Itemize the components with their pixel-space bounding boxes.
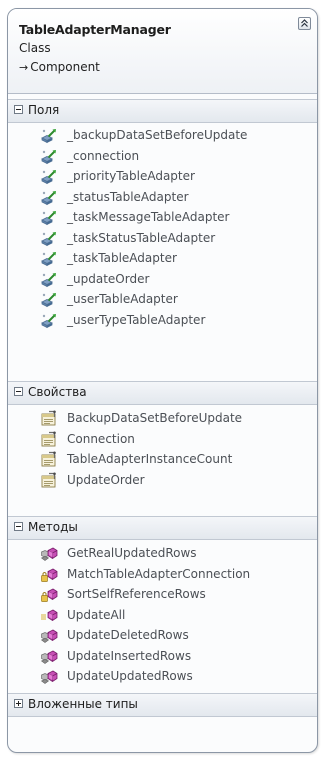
section-title: Свойства — [28, 385, 87, 399]
base-class: → Component — [19, 60, 100, 74]
protected-method-icon — [40, 545, 58, 563]
collapse-section-icon[interactable] — [14, 387, 23, 396]
section-methods-header[interactable]: Методы — [8, 516, 317, 540]
member-name: _taskTableAdapter — [67, 251, 177, 265]
field-item[interactable]: _taskTableAdapter — [40, 249, 313, 269]
member-name: UpdateAll — [67, 607, 126, 622]
method-item[interactable]: MatchTableAdapterConnection — [40, 565, 313, 585]
field-icon — [40, 127, 58, 145]
method-item[interactable]: SortSelfReferenceRows — [40, 585, 313, 605]
field-icon — [40, 189, 58, 207]
member-name: _taskStatusTableAdapter — [67, 230, 216, 245]
member-name: _userTypeTableAdapter — [67, 312, 206, 327]
field-icon — [40, 209, 58, 227]
property-item[interactable]: UpdateOrder — [40, 471, 313, 491]
field-icon — [40, 230, 58, 248]
section-title: Методы — [28, 520, 78, 534]
class-shape[interactable]: TableAdapterManager Class → Component Пол… — [7, 8, 318, 753]
member-name: _updateOrder — [67, 271, 150, 286]
field-item[interactable]: _backupDataSetBeforeUpdate — [40, 126, 313, 146]
field-icon — [40, 168, 58, 186]
collapse-section-icon[interactable] — [14, 105, 23, 114]
field-item[interactable]: _updateOrder — [40, 270, 313, 290]
method-item[interactable]: UpdateUpdatedRows — [40, 667, 313, 687]
protected-method-icon — [40, 627, 58, 645]
member-name: UpdateOrder — [67, 472, 145, 487]
property-icon — [40, 451, 58, 469]
field-icon — [40, 250, 58, 268]
field-item[interactable]: _userTableAdapter — [40, 290, 313, 310]
member-name: _connection — [67, 148, 140, 163]
collapse-button[interactable] — [298, 17, 311, 30]
property-item[interactable]: TableAdapterInstanceCount — [40, 450, 313, 470]
property-item[interactable]: BackupDataSetBeforeUpdate — [40, 409, 313, 429]
member-name: BackupDataSetBeforeUpdate — [67, 411, 243, 425]
field-icon — [40, 291, 58, 309]
section-properties-header[interactable]: Свойства — [8, 381, 317, 405]
method-item[interactable]: UpdateInsertedRows — [40, 647, 313, 667]
private-method-icon — [40, 586, 58, 604]
member-name: UpdateDeletedRows — [67, 628, 189, 642]
member-name: _taskMessageTableAdapter — [67, 210, 230, 224]
field-item[interactable]: _priorityTableAdapter — [40, 167, 313, 187]
class-header: TableAdapterManager Class → Component — [8, 9, 317, 94]
section-title: Поля — [28, 103, 60, 117]
field-icon — [40, 271, 58, 289]
inheritance-arrow-icon: → — [19, 61, 29, 74]
member-name: TableAdapterInstanceCount — [67, 452, 233, 466]
member-name: _backupDataSetBeforeUpdate — [67, 128, 248, 142]
collapse-section-icon[interactable] — [14, 522, 23, 531]
protected-method-icon — [40, 668, 58, 686]
section-fields-header[interactable]: Поля — [8, 99, 317, 123]
field-item[interactable]: _taskStatusTableAdapter — [40, 229, 313, 249]
member-name: _priorityTableAdapter — [67, 169, 195, 183]
member-name: MatchTableAdapterConnection — [67, 566, 251, 581]
section-title: Вложенные типы — [28, 697, 138, 711]
section-nested-types-header[interactable]: Вложенные типы — [8, 693, 317, 717]
member-name: GetRealUpdatedRows — [67, 546, 197, 560]
member-name: _userTableAdapter — [67, 292, 178, 306]
method-item[interactable]: GetRealUpdatedRows — [40, 544, 313, 564]
field-item[interactable]: _connection — [40, 147, 313, 167]
property-icon — [40, 431, 58, 449]
base-class-name: Component — [30, 60, 100, 74]
member-name: UpdateUpdatedRows — [67, 669, 193, 683]
field-icon — [40, 312, 58, 330]
property-icon — [40, 410, 58, 428]
member-name: Connection — [67, 431, 135, 446]
class-name: TableAdapterManager — [19, 22, 171, 37]
field-item[interactable]: _taskMessageTableAdapter — [40, 208, 313, 228]
method-item[interactable]: UpdateAll — [40, 606, 313, 626]
field-item[interactable]: _statusTableAdapter — [40, 188, 313, 208]
member-name: UpdateInsertedRows — [67, 648, 192, 663]
double-chevron-up-icon — [301, 19, 308, 27]
class-kind: Class — [19, 41, 51, 55]
property-icon — [40, 472, 58, 490]
expand-section-icon[interactable] — [14, 699, 23, 708]
field-icon — [40, 148, 58, 166]
public-method-icon — [40, 607, 58, 625]
private-method-icon — [40, 566, 58, 584]
property-item[interactable]: Connection — [40, 430, 313, 450]
field-item[interactable]: _userTypeTableAdapter — [40, 311, 313, 331]
member-name: _statusTableAdapter — [67, 189, 189, 204]
protected-method-icon — [40, 648, 58, 666]
member-name: SortSelfReferenceRows — [67, 587, 206, 601]
method-item[interactable]: UpdateDeletedRows — [40, 626, 313, 646]
